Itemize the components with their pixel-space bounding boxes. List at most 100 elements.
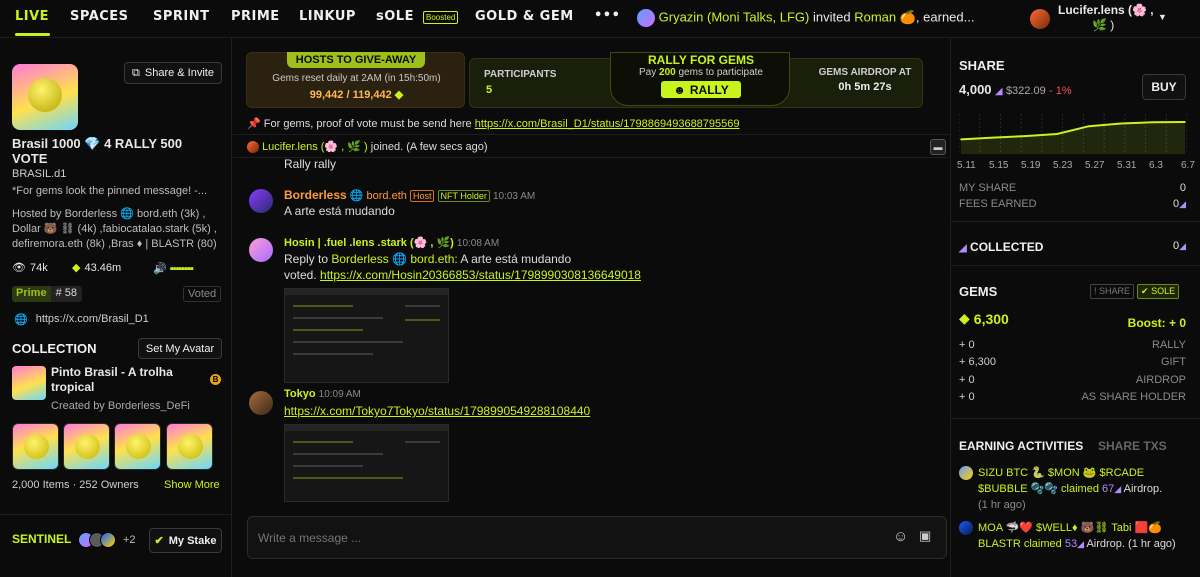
owners-label: Owners	[100, 479, 139, 491]
chevron-down-icon: ▼	[1158, 12, 1167, 22]
room-link-text[interactable]: https://x.com/Brasil_D1	[36, 313, 149, 326]
message-link[interactable]: https://x.com/Hosin20366853/status/17989…	[320, 268, 641, 282]
nft-item[interactable]	[114, 423, 161, 470]
ticker-target[interactable]: Roman	[854, 9, 896, 24]
gems-row-label: AS SHARE HOLDER	[1081, 391, 1186, 403]
message-text: Rally rally	[284, 157, 337, 171]
activity-avatar[interactable]	[959, 466, 973, 480]
tab-earning-activities[interactable]: EARNING ACTIVITIES	[959, 439, 1083, 453]
share-toggle[interactable]: ! SHARE	[1090, 284, 1135, 299]
message-body: voted. https://x.com/Hosin20366853/statu…	[284, 268, 641, 282]
tab-linkup[interactable]: LINKUP	[299, 9, 356, 24]
message-header: Borderless 🌐 bord.eth Host NFT Holder 10…	[284, 188, 535, 202]
image-attachment[interactable]	[284, 288, 449, 383]
nft-item[interactable]	[12, 423, 59, 470]
message-time: 10:03 AM	[492, 191, 536, 202]
message-link[interactable]: https://x.com/Tokyo7Tokyo/status/1798990…	[284, 404, 590, 418]
chart-point	[1120, 122, 1122, 125]
chart-tick-label: 5.23	[1053, 160, 1073, 171]
chart-x-axis: 5.11 5.15 5.19 5.23 5.27 5.31 6.3 6.7	[957, 160, 1195, 172]
tab-sole[interactable]: sOLE	[376, 9, 414, 24]
collection-name: Pinto Brasil - A trolha tropical	[51, 365, 173, 394]
tab-gold-gem[interactable]: GOLD & GEM	[475, 9, 574, 24]
activity-user[interactable]: MOA 🦈❤️ $WELL♦ 🐻⛓ Tabi 🟥🍊	[978, 520, 1198, 536]
avatar[interactable]	[249, 189, 273, 213]
my-stake-button[interactable]: ✔ My Stake	[149, 528, 222, 553]
image-upload-icon[interactable]: ▣	[919, 528, 931, 544]
tab-live[interactable]: LIVE	[15, 9, 49, 24]
more-menu-icon[interactable]: •••	[594, 8, 620, 23]
activity-user[interactable]: SIZU BTC 🐍 $MON 🐸 $RCADE	[978, 465, 1198, 481]
message-author[interactable]: Borderless	[284, 188, 347, 202]
activity-line: $BUBBLE 🫧🫧 claimed 67◢ Airdrop.	[978, 481, 1198, 497]
hosts-gems-amount: 99,442 / 119,442	[309, 89, 392, 101]
gems-breakdown-row: + 6,300 GIFT	[959, 356, 1186, 368]
tab-share-txs[interactable]: SHARE TXS	[1098, 439, 1167, 453]
chart-tick-label: 6.7	[1181, 160, 1195, 171]
reply-text: A arte está mudando	[460, 252, 572, 266]
gem-icon: ◢	[1179, 241, 1186, 251]
activity-line: BLASTR claimed 53◢ Airdrop. (1 hr ago)	[978, 536, 1198, 552]
join-user[interactable]: Lucifer.lens (🌸 , 🌿 )	[262, 141, 368, 153]
gems-row-label: AIRDROP	[1135, 374, 1186, 386]
nft-item[interactable]	[166, 423, 213, 470]
share-icon: ⧉	[132, 66, 140, 79]
sole-toggle[interactable]: ✔ SOLE	[1137, 284, 1180, 299]
tab-sprint[interactable]: SPRINT	[153, 9, 210, 24]
show-more-link[interactable]: Show More	[164, 479, 220, 491]
room-link[interactable]: 🌐 https://x.com/Brasil_D1	[14, 313, 149, 326]
join-avatar	[247, 141, 259, 154]
gems-row-label: GIFT	[1160, 356, 1186, 368]
activity-suffix: Airdrop.	[1123, 483, 1163, 495]
pinned-link[interactable]: https://x.com/Brasil_D1/status/179886949…	[475, 118, 740, 130]
rally-button[interactable]: ☻ RALLY	[661, 81, 741, 98]
set-avatar-button[interactable]: Set My Avatar	[138, 338, 222, 359]
owners-count: 252	[79, 479, 98, 491]
my-stake-label: My Stake	[168, 534, 217, 547]
nft-item[interactable]	[63, 423, 110, 470]
top-navigation: LIVE SPACES SPRINT PRIME LINKUP sOLE Boo…	[0, 0, 1200, 38]
reply-author[interactable]: Borderless	[331, 252, 388, 266]
tab-spaces[interactable]: SPACES	[70, 9, 129, 24]
active-tab-indicator	[15, 33, 50, 36]
activity-avatar[interactable]	[959, 521, 973, 535]
items-label: Items	[42, 479, 70, 491]
message-text: voted.	[284, 268, 317, 282]
message-author[interactable]: Tokyo	[284, 388, 316, 400]
message-author[interactable]: Hosin | .fuel .lens .stark (🌸 , 🌿)	[284, 237, 454, 249]
gem-icon: ◆	[72, 262, 81, 274]
activity-suffix: Airdrop. (1 hr ago)	[1086, 538, 1176, 550]
collection-thumbnail	[12, 366, 46, 400]
room-sidebar: ⧉ Share & Invite Brasil 1000 💎 4 RALLY 5…	[0, 38, 232, 577]
avatar[interactable]	[249, 238, 273, 262]
rally-sub-post: gems to participate	[678, 67, 763, 78]
share-invite-label: Share & Invite	[144, 67, 214, 79]
share-invite-button[interactable]: ⧉ Share & Invite	[124, 62, 222, 84]
warning-icon: !	[1094, 286, 1097, 296]
reply-handle: 🌐 bord.eth:	[392, 252, 458, 266]
reply-quote: Reply to Borderless 🌐 bord.eth: A arte e…	[284, 252, 571, 266]
check-icon: ✔	[1141, 286, 1149, 296]
activity-item: MOA 🦈❤️ $WELL♦ 🐻⛓ Tabi 🟥🍊 BLASTR claimed…	[978, 520, 1198, 552]
rally-subtitle: Pay 200 gems to participate	[611, 67, 791, 78]
image-attachment[interactable]	[284, 424, 449, 502]
speaker-stat: 🔊 ▪▪▪▪▪▪▪▪	[153, 262, 194, 275]
buy-button[interactable]: BUY	[1142, 74, 1186, 100]
ticker-user[interactable]: Gryazin (Moni Talks, LFG)	[659, 9, 810, 24]
gem-icon: ◢	[1179, 199, 1186, 209]
tab-prime[interactable]: PRIME	[231, 9, 280, 24]
badge-icon: B	[210, 374, 221, 385]
message-input[interactable]	[258, 527, 878, 549]
emoji-icon[interactable]: ☺	[893, 528, 908, 545]
gems-row-label: RALLY	[1151, 339, 1186, 351]
collected-value-wrap: 0◢	[1173, 240, 1186, 254]
gem-icon: ◆	[394, 89, 404, 101]
avatar[interactable]	[249, 391, 273, 415]
check-circle-icon: ✔	[154, 535, 164, 547]
chart-point	[992, 136, 994, 139]
chart-tick-label: 5.19	[1021, 160, 1041, 171]
sentinel-avatars	[78, 532, 116, 548]
window-toggle-icon[interactable]: ▬	[930, 139, 946, 155]
rally-sub-amount: 200	[659, 67, 676, 78]
views-count: 74k	[29, 261, 48, 274]
